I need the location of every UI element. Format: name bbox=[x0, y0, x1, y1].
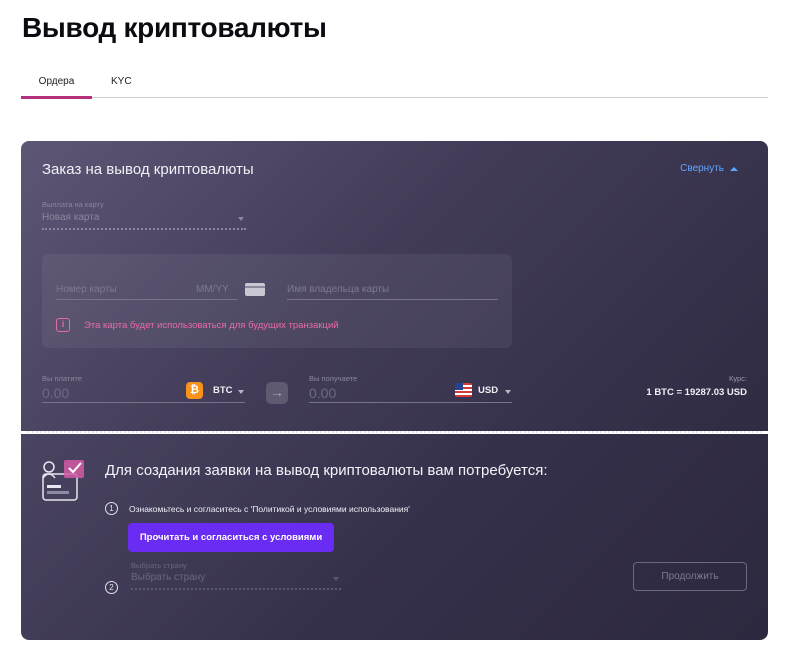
read-and-agree-button[interactable]: Прочитать и согласиться с условиями bbox=[128, 523, 334, 552]
card-expiry-field[interactable]: MM/YY bbox=[196, 284, 238, 300]
chevron-down-icon bbox=[238, 217, 244, 221]
chevron-down-icon bbox=[333, 577, 339, 581]
payout-select[interactable]: Новая карта bbox=[42, 212, 246, 230]
pay-label: Вы платите bbox=[42, 374, 83, 383]
step-number-1: 1 bbox=[105, 502, 118, 515]
page-title: Вывод криптовалюты bbox=[22, 12, 327, 43]
country-label: Выбрать страну bbox=[131, 561, 187, 570]
collapse-button[interactable]: Свернуть bbox=[680, 163, 738, 174]
step-1-text: Ознакомьтесь и согласитесь с 'Политикой … bbox=[129, 504, 410, 514]
tab-kyc[interactable]: KYC bbox=[111, 76, 132, 87]
collapse-label: Свернуть bbox=[680, 163, 724, 174]
card-holder-field[interactable]: Имя владельца карты bbox=[287, 284, 498, 300]
payout-label: Выплата на карту bbox=[42, 200, 104, 209]
receive-amount-input[interactable]: 0.00 bbox=[309, 385, 336, 401]
swap-arrow-icon[interactable]: → bbox=[266, 382, 288, 404]
order-title: Заказ на вывод криптовалюты bbox=[42, 161, 254, 178]
card-info-text: Эта карта будет использоваться для будущ… bbox=[84, 320, 339, 331]
pay-amount-field[interactable]: 0.00 ₿ BTC bbox=[42, 382, 245, 403]
tab-orders[interactable]: Ордера bbox=[21, 76, 92, 87]
tabs: Ордера KYC bbox=[21, 72, 768, 99]
chevron-down-icon[interactable] bbox=[505, 390, 511, 394]
active-tab-indicator bbox=[21, 96, 92, 99]
document-check-icon bbox=[42, 460, 84, 501]
card-details-box: Номер карты MM/YY Имя владельца карты i … bbox=[42, 254, 512, 348]
info-icon: i bbox=[56, 318, 70, 332]
continue-button[interactable]: Продолжить bbox=[633, 562, 747, 591]
credit-card-icon bbox=[245, 283, 265, 296]
country-select-value: Выбрать страну bbox=[131, 572, 206, 583]
rate-value: 1 BTC = 19287.03 USD bbox=[646, 387, 747, 398]
receive-amount-field[interactable]: 0.00 USD bbox=[309, 383, 512, 403]
rate-label: Курс: bbox=[728, 374, 747, 383]
payout-select-value: Новая карта bbox=[42, 212, 100, 223]
withdraw-order-panel: Заказ на вывод криптовалюты Свернуть Вып… bbox=[21, 141, 768, 431]
pay-amount-input[interactable]: 0.00 bbox=[42, 385, 69, 401]
chevron-down-icon[interactable] bbox=[238, 390, 244, 394]
us-flag-icon bbox=[455, 383, 472, 397]
bitcoin-icon: ₿ bbox=[186, 382, 203, 399]
receive-label: Вы получаете bbox=[309, 374, 358, 383]
requirements-panel: Для создания заявки на вывод криптовалют… bbox=[21, 434, 768, 640]
requirements-title: Для создания заявки на вывод криптовалют… bbox=[105, 462, 548, 479]
receive-currency-select[interactable]: USD bbox=[478, 385, 498, 396]
pay-currency-select[interactable]: BTC bbox=[213, 385, 233, 396]
country-select[interactable]: Выбрать страну bbox=[131, 572, 341, 590]
dotted-divider bbox=[27, 431, 762, 433]
step-number-2: 2 bbox=[105, 581, 118, 594]
chevron-up-icon bbox=[730, 166, 738, 171]
